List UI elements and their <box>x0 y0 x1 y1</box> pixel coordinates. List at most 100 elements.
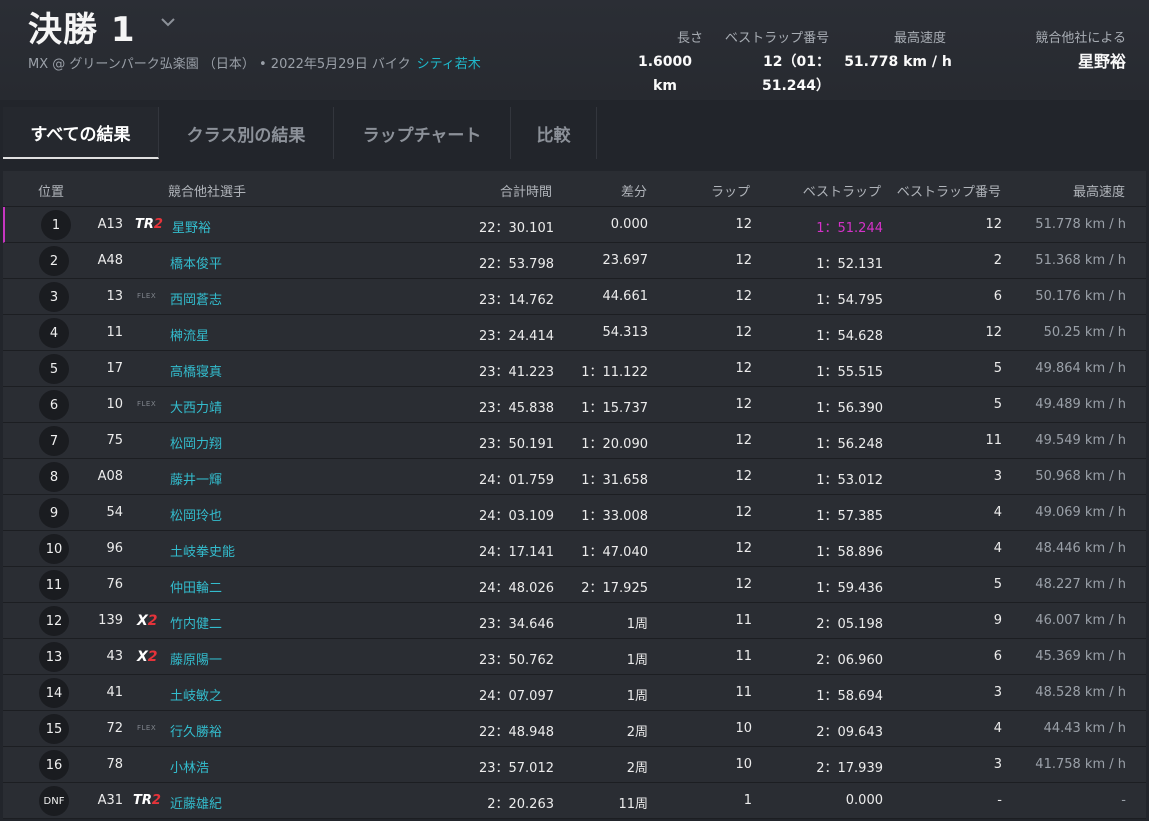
gap: 11周 <box>618 797 648 812</box>
competitor-name-link[interactable]: 行久勝裕 <box>170 721 222 740</box>
col-top-speed[interactable]: 最高速度 <box>1073 181 1125 200</box>
position-badge: 1 <box>41 210 71 240</box>
competitor-name-link[interactable]: 小林浩 <box>170 757 209 776</box>
table-row[interactable]: 10 96 土岐拳史能 24：17.141 1：47.040 12 1：58.896 4 48.… <box>3 531 1146 567</box>
best-lap-number: 6 <box>993 649 1002 664</box>
best-lap-time: 2：06.960 <box>816 653 883 668</box>
bike-number: A31 <box>97 793 123 808</box>
best-lap-number: 12 <box>985 325 1002 340</box>
table-row[interactable]: 8 A08 藤井一輝 24：01.759 1：31.658 12 1：53.012 3 50.9… <box>3 459 1146 495</box>
total-time: 23：24.414 <box>478 329 554 344</box>
top-speed: 50.25 km / h <box>1043 325 1126 340</box>
competitor-name-link[interactable]: 大西力靖 <box>170 397 222 416</box>
venue-link[interactable]: シティ若木 <box>417 57 481 72</box>
best-lap-time: 1：55.515 <box>816 365 883 380</box>
gap: 23.697 <box>602 253 649 268</box>
bike-number: 11 <box>106 325 123 340</box>
tab-lap-chart[interactable]: ラップチャート <box>334 107 511 159</box>
table-row[interactable]: 3 13 FLEX 西岡蒼志 23：14.762 44.661 12 1：54.795 6 50.… <box>3 279 1146 315</box>
gap: 1：20.090 <box>581 437 648 452</box>
table-row[interactable]: 12 139 X2 竹内健二 23：34.646 1周 11 2：05.198 9 46.007 … <box>3 603 1146 639</box>
table-row[interactable]: 16 78 小林浩 23：57.012 2周 10 2：17.939 3 41.758 km /… <box>3 747 1146 783</box>
total-time: 2：20.263 <box>487 797 554 812</box>
table-row[interactable]: 7 75 松岡力翔 23：50.191 1：20.090 12 1：56.248 11 49.5… <box>3 423 1146 459</box>
bike-number: 10 <box>106 397 123 412</box>
table-body: 1 A13 TR2 星野裕 22：30.101 0.000 12 1：51.244 12 51.7… <box>3 207 1146 819</box>
table-row[interactable]: 15 72 FLEX 行久勝裕 22：48.948 2周 10 2：09.643 4 44.43 … <box>3 711 1146 747</box>
lap-count: 12 <box>735 433 752 448</box>
stat-top-speed-value: 51.778 km / h <box>844 54 952 70</box>
competitor-name-link[interactable]: 西岡蒼志 <box>170 289 222 308</box>
table-row[interactable]: 14 41 土岐敏之 24：07.097 1周 11 1：58.694 3 48.528 km … <box>3 675 1146 711</box>
class-tr2-badge: TR2 <box>133 793 161 808</box>
total-time: 22：53.798 <box>478 257 554 272</box>
stat-length-value: 1.6000 km <box>637 54 693 94</box>
col-position[interactable]: 位置 <box>38 181 64 200</box>
col-total-time[interactable]: 合計時間 <box>500 181 552 200</box>
best-lap-number: 5 <box>993 577 1002 592</box>
position-badge: 2 <box>39 246 69 276</box>
table-row[interactable]: 9 54 松岡玲也 24：03.109 1：33.008 12 1：57.385 4 49.06… <box>3 495 1146 531</box>
competitor-name-link[interactable]: 竹内健二 <box>170 613 222 632</box>
position-badge: DNF <box>39 786 69 816</box>
competitor-name-link[interactable]: 藤原陽一 <box>170 649 222 668</box>
table-row[interactable]: DNF A31 TR2 近藤雄紀 2：20.263 11周 1 0.000 - - <box>3 783 1146 819</box>
class-tr2-badge: TR2 <box>135 217 163 232</box>
table-row[interactable]: 4 11 榊流星 23：24.414 54.313 12 1：54.628 12 50.25 k… <box>3 315 1146 351</box>
competitor-name-link[interactable]: 松岡力翔 <box>170 433 222 452</box>
competitor-name-link[interactable]: 近藤雄紀 <box>170 793 222 812</box>
table-row[interactable]: 1 A13 TR2 星野裕 22：30.101 0.000 12 1：51.244 12 51.7… <box>3 207 1146 243</box>
page-title: 決勝 1 <box>28 10 136 50</box>
position-badge: 7 <box>39 426 69 456</box>
competitor-name-link[interactable]: 土岐敏之 <box>170 685 222 704</box>
competitor-name-link[interactable]: 松岡玲也 <box>170 505 222 524</box>
competitor-name-link[interactable]: 藤井一輝 <box>170 469 222 488</box>
table-row[interactable]: 6 10 FLEX 大西力靖 23：45.838 1：15.737 12 1：56.390 5 4… <box>3 387 1146 423</box>
top-speed: 48.227 km / h <box>1035 577 1126 592</box>
tab-compare[interactable]: 比較 <box>511 107 597 159</box>
best-lap-number: 9 <box>993 613 1002 628</box>
competitor-name-link[interactable]: 高橋寝真 <box>170 361 222 380</box>
best-lap-time: 2：09.643 <box>816 725 883 740</box>
lap-count: 12 <box>735 505 752 520</box>
position-badge: 5 <box>39 354 69 384</box>
best-lap-number: - <box>997 793 1002 808</box>
best-lap-time: 1：57.385 <box>816 509 883 524</box>
gap: 2周 <box>626 725 648 740</box>
tab-all-results[interactable]: すべての結果 <box>3 107 159 159</box>
top-speed: 44.43 km / h <box>1043 721 1126 736</box>
class-flex-badge: FLEX <box>137 400 157 408</box>
position-badge: 8 <box>39 462 69 492</box>
competitor-name-link[interactable]: 橋本俊平 <box>170 253 222 272</box>
competitor-name-link[interactable]: 星野裕 <box>172 217 211 236</box>
competitor-name-link[interactable]: 仲田輪二 <box>170 577 222 596</box>
best-lap-number: 11 <box>985 433 1002 448</box>
table-row[interactable]: 13 43 X2 藤原陽一 23：50.762 1周 11 2：06.960 6 45.369 k… <box>3 639 1146 675</box>
lap-count: 10 <box>735 757 752 772</box>
table-row[interactable]: 2 A48 橋本俊平 22：53.798 23.697 12 1：52.131 2 51.368… <box>3 243 1146 279</box>
col-laps[interactable]: ラップ <box>711 181 750 200</box>
stat-by-competitor-value: 星野裕 <box>1077 52 1126 71</box>
bike-number: 13 <box>106 289 123 304</box>
lap-count: 12 <box>735 541 752 556</box>
competitor-name-link[interactable]: 土岐拳史能 <box>170 541 235 560</box>
position-badge: 16 <box>39 750 69 780</box>
chevron-down-icon[interactable] <box>158 12 178 32</box>
total-time: 22：30.101 <box>478 221 554 236</box>
position-badge: 3 <box>39 282 69 312</box>
top-speed: 49.489 km / h <box>1035 397 1126 412</box>
gap: 1周 <box>626 653 648 668</box>
competitor-name-link[interactable]: 榊流星 <box>170 325 209 344</box>
table-row[interactable]: 11 76 仲田輪二 24：48.026 2：17.925 12 1：59.436 5 48.2… <box>3 567 1146 603</box>
table-row[interactable]: 5 17 高橋寝真 23：41.223 1：11.122 12 1：55.515 5 49.86… <box>3 351 1146 387</box>
gap: 1：31.658 <box>581 473 648 488</box>
col-diff[interactable]: 差分 <box>621 181 647 200</box>
race-header: 決勝 1 MX @ グリーンパーク弘楽園 （日本） • 2022年5月29日 バ… <box>0 0 1149 100</box>
col-competitor[interactable]: 競合他社選手 <box>168 181 246 200</box>
col-best-lap[interactable]: ベストラップ <box>803 181 881 200</box>
tab-class-results[interactable]: クラス別の結果 <box>159 107 334 159</box>
col-best-lap-no[interactable]: ベストラップ番号 <box>897 181 1001 200</box>
lap-count: 11 <box>735 685 752 700</box>
stat-top-speed: 最高速度 51.778 km / h <box>842 27 954 74</box>
position-badge: 14 <box>39 678 69 708</box>
